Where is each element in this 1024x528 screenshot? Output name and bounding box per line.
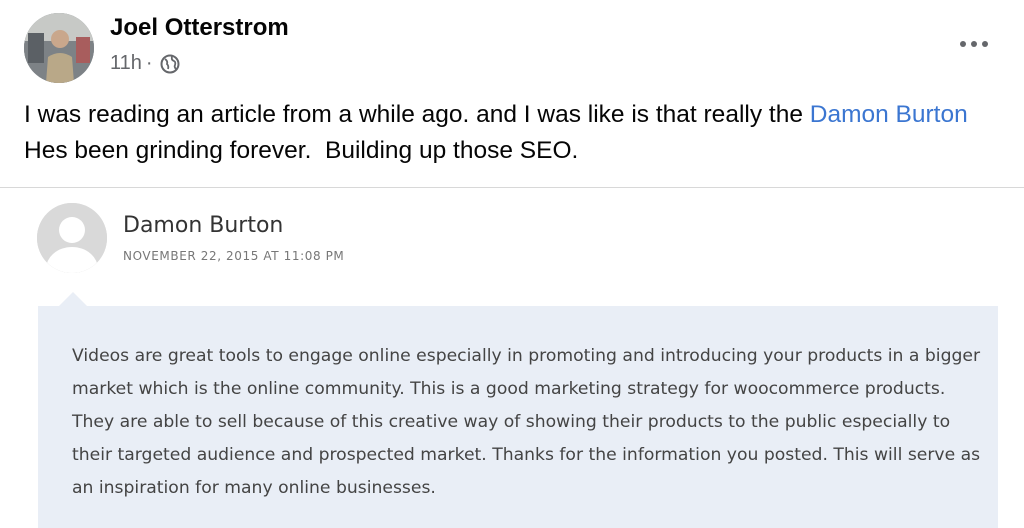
mention-link[interactable]: Damon Burton	[810, 101, 968, 128]
comment-author-name[interactable]: Damon Burton	[123, 213, 283, 238]
post-meta: 11h ·	[110, 52, 181, 75]
more-options-button[interactable]	[954, 30, 994, 58]
post-author-name[interactable]: Joel Otterstrom	[110, 14, 289, 42]
comment-author-avatar[interactable]	[37, 203, 107, 273]
comment-date[interactable]: NOVEMBER 22, 2015 AT 11:08 PM	[123, 249, 344, 263]
more-horizontal-icon	[960, 41, 988, 47]
author-avatar[interactable]	[24, 13, 94, 83]
post-timestamp[interactable]: 11h	[110, 52, 142, 75]
post-divider	[0, 187, 1024, 188]
globe-icon[interactable]	[159, 53, 181, 75]
meta-separator: ·	[145, 52, 153, 74]
post-text-before: I was reading an article from a while ag…	[24, 101, 810, 128]
comment-bubble-arrow	[59, 292, 87, 306]
post-text: I was reading an article from a while ag…	[24, 97, 1014, 169]
default-user-icon	[37, 203, 107, 273]
comment-body: Videos are great tools to engage online …	[72, 346, 981, 498]
avatar-photo	[24, 13, 94, 83]
